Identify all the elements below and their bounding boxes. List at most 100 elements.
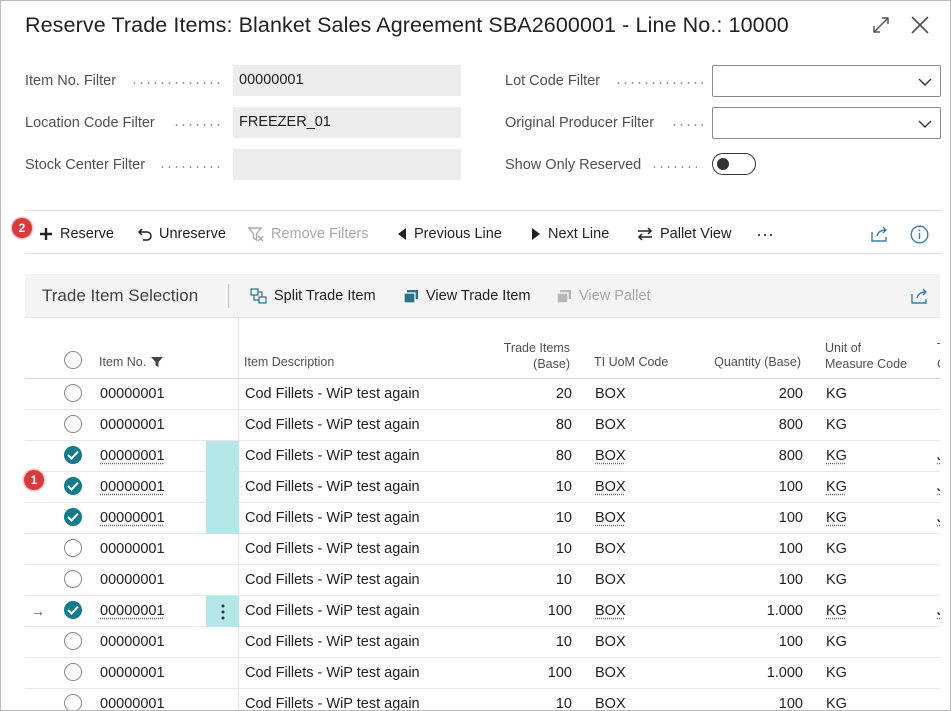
part-header: Trade Item Selection Split Trade Item Vi… [25,274,940,318]
reserve-button[interactable]: Reserve [39,223,114,245]
cell-item-no[interactable]: 00000001 [100,565,165,595]
chevron-down-icon [918,120,932,128]
row-actions-button[interactable] [206,596,239,627]
cell-item-description: Cod Fillets - WiP test again [245,479,420,495]
pallet-view-button[interactable]: Pallet View [637,223,731,245]
view-pallet-label: View Pallet [579,288,651,304]
row-select-radio[interactable] [64,632,82,650]
column-header-uom-line2: Measure Code [825,357,907,371]
cell-quantity-base: 100 [778,572,803,588]
cell-ti-uom-code: BOX [595,417,626,433]
part-header-divider [228,284,229,308]
row-select-radio[interactable] [64,508,82,526]
table-row[interactable]: → 00000001 Cod Fillets - WiP test again 100… [25,596,940,627]
show-only-reserved-label: Show Only Reserved [505,157,642,173]
cell-item-no[interactable]: 00000001 [100,596,165,626]
cell-item-no[interactable]: 00000001 [100,441,165,471]
stock-center-filter-input[interactable] [233,149,461,180]
view-trade-item-button[interactable]: View Trade Item [403,285,531,307]
cell-item-no[interactable]: 00000001 [100,410,165,440]
row-select-radio[interactable] [64,570,82,588]
view-trade-item-label: View Trade Item [426,288,531,304]
table-row[interactable]: 00000001 Cod Fillets - WiP test again 10 BO… [25,689,940,711]
table-row[interactable]: 00000001 Cod Fillets - WiP test again 80 BO… [25,410,940,441]
cell-item-no[interactable]: 00000001 [100,658,165,688]
lot-code-filter-select[interactable] [712,65,941,97]
close-icon[interactable] [904,9,936,41]
cell-trade-items: 80 [555,448,572,464]
row-select-radio[interactable] [64,539,82,557]
cell-unit-of-measure[interactable]: KG [826,503,847,533]
column-header-ti-uom-code[interactable]: TI UoM Code [594,354,668,370]
table-row[interactable]: 00000001 Cod Fillets - WiP test again 100 B… [25,658,940,689]
table-row[interactable]: 00000001 Cod Fillets - WiP test again 10 BO… [25,503,940,534]
cell-item-no[interactable]: 00000001 [100,472,165,502]
remove-filters-button[interactable]: Remove Filters [248,223,369,245]
row-select-radio[interactable] [64,446,82,464]
reserve-button-label: Reserve [60,226,114,242]
row-select-radio[interactable] [64,415,82,433]
remove-filters-button-label: Remove Filters [271,226,369,242]
column-header-unit-of-measure[interactable]: Unit of Measure Code [825,340,907,372]
checkmark-icon [67,605,79,615]
item-no-filter-label: Item No. Filter [25,73,117,89]
table-row[interactable]: 00000001 Cod Fillets - WiP test again 10 BO… [25,534,940,565]
cell-item-description: Cod Fillets - WiP test again [245,696,420,711]
item-no-filter-input[interactable]: 00000001 [233,65,461,96]
cell-ti-uom-code: BOX [595,541,626,557]
lot-code-filter-dots [615,82,703,84]
split-trade-item-button[interactable]: Split Trade Item [250,285,376,307]
chevron-down-icon [918,78,932,86]
column-header-quantity-base[interactable]: Quantity (Base) [685,354,801,370]
column-header-next[interactable]: T C [937,340,940,372]
column-header-item-no[interactable]: Item No. [99,354,164,370]
cell-item-no[interactable]: 00000001 [100,627,165,657]
cell-item-description: Cod Fillets - WiP test again [245,386,420,402]
info-icon[interactable] [910,223,936,245]
kebab-menu-icon [221,604,224,619]
cell-item-no[interactable]: 00000001 [100,503,165,533]
cards-icon [556,289,571,304]
pallet-view-button-label: Pallet View [660,226,732,242]
share-icon[interactable] [911,285,936,307]
row-select-radio[interactable] [64,384,82,402]
cell-item-no[interactable]: 00000001 [100,689,165,710]
select-all-radio[interactable] [64,351,82,369]
share-icon[interactable] [871,223,896,245]
cell-unit-of-measure[interactable]: KG [826,472,847,502]
cell-ti-uom-code[interactable]: BOX [595,441,626,471]
table-row[interactable]: 00000001 Cod Fillets - WiP test again 10 BO… [25,472,940,503]
cell-unit-of-measure[interactable]: KG [826,596,847,626]
row-select-radio[interactable] [64,601,82,619]
previous-line-button[interactable]: Previous Line [397,223,502,245]
row-select-radio[interactable] [64,477,82,495]
cell-ti-uom-code[interactable]: BOX [595,472,626,502]
cell-unit-of-measure[interactable]: KG [826,441,847,471]
cell-ti-uom-code[interactable]: BOX [595,596,626,626]
table-row[interactable]: 00000001 Cod Fillets - WiP test again 20 BO… [25,379,940,410]
column-header-item-description[interactable]: Item Description [244,354,334,370]
table-row[interactable]: 00000001 Cod Fillets - WiP test again 10 BO… [25,565,940,596]
row-select-radio[interactable] [64,694,82,710]
original-producer-filter-select[interactable] [712,107,941,139]
undo-icon [137,227,152,241]
previous-line-button-label: Previous Line [414,226,502,242]
unreserve-button[interactable]: Unreserve [137,223,226,245]
cell-item-no[interactable]: 00000001 [100,379,165,409]
more-actions-button[interactable]: ··· [756,223,774,245]
row-select-radio[interactable] [64,663,82,681]
table-row[interactable]: 00000001 Cod Fillets - WiP test again 10 BO… [25,627,940,658]
location-code-filter-dots [173,124,224,126]
cell-ti-uom-code[interactable]: BOX [595,503,626,533]
location-code-filter-input[interactable]: FREEZER_01 [233,107,461,138]
table-row[interactable]: 00000001 Cod Fillets - WiP test again 80 BO… [25,441,940,472]
show-only-reserved-toggle[interactable] [712,153,756,175]
column-header-trade-items[interactable]: Trade Items (Base) [480,340,570,372]
cell-item-no[interactable]: 00000001 [100,534,165,564]
next-line-button[interactable]: Next Line [531,223,609,245]
checkmark-icon [67,481,79,491]
split-trade-item-label: Split Trade Item [274,288,376,304]
expand-icon[interactable] [865,9,897,41]
view-pallet-button[interactable]: View Pallet [556,285,650,307]
cell-item-description: Cod Fillets - WiP test again [245,541,420,557]
